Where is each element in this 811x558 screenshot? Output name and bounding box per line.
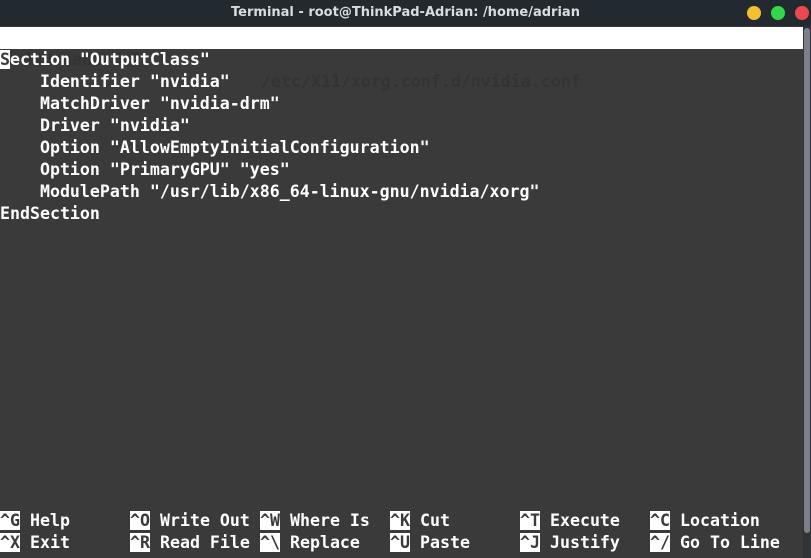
shortcut-item[interactable]: ^/ Go To Line — [650, 532, 780, 554]
line-text: ection "OutputClass" — [10, 50, 210, 69]
shortcut-label: Cut — [419, 511, 450, 530]
shortcut-label: Exit — [29, 533, 70, 552]
shortcut-label: Execute — [549, 511, 620, 530]
shortcut-item[interactable]: ^R Read File — [130, 532, 250, 554]
shortcut-item[interactable]: ^W Where Is — [260, 510, 370, 532]
shortcut-key: ^/ — [650, 533, 670, 552]
editor-line: ModulePath "/usr/lib/x86_64-linux-gnu/nv… — [0, 182, 540, 201]
close-button[interactable] — [795, 6, 809, 20]
shortcut-key: ^\ — [260, 533, 280, 552]
terminal-area[interactable]: GNU nano 6.2 /etc/X11/xorg.conf.d/nvidia… — [0, 26, 803, 558]
file-name: /etc/X11/xorg.conf.d/nvidia.conf — [261, 72, 581, 91]
shortcut-item[interactable]: ^C Location — [650, 510, 760, 532]
shortcut-key: ^G — [0, 511, 20, 530]
editor-line: EndSection — [0, 204, 100, 223]
shortcut-key: ^O — [130, 511, 150, 530]
nano-header: GNU nano 6.2 /etc/X11/xorg.conf.d/nvidia… — [0, 27, 803, 91]
shortcut-label: Location — [679, 511, 760, 530]
shortcut-key: ^R — [130, 533, 150, 552]
shortcut-label: Where Is — [289, 511, 370, 530]
window-title: Terminal - root@ThinkPad-Adrian: /home/a… — [231, 5, 580, 20]
shortcut-item[interactable]: ^K Cut — [390, 510, 450, 532]
shortcut-label: Read File — [159, 533, 250, 552]
editor-line: Identifier "nvidia" — [0, 72, 230, 91]
scrollbar-thumb[interactable] — [804, 28, 810, 533]
shortcut-item[interactable]: ^U Paste — [390, 532, 470, 554]
shortcut-label: Go To Line — [679, 533, 780, 552]
editor-line: Driver "nvidia" — [0, 116, 190, 135]
shortcut-key: ^X — [0, 533, 20, 552]
editor-line: Option "PrimaryGPU" "yes" — [0, 160, 290, 179]
shortcut-label: Help — [29, 511, 70, 530]
shortcut-item[interactable]: ^G Help — [0, 510, 70, 532]
shortcut-label: Paste — [419, 533, 470, 552]
maximize-button[interactable] — [771, 6, 785, 20]
shortcut-item[interactable]: ^O Write Out — [130, 510, 250, 532]
shortcut-key: ^J — [520, 533, 540, 552]
shortcut-key: ^T — [520, 511, 540, 530]
editor-line: Option "AllowEmptyInitialConfiguration" — [0, 138, 430, 157]
shortcut-key: ^U — [390, 533, 410, 552]
shortcut-item[interactable]: ^\ Replace — [260, 532, 360, 554]
shortcut-item[interactable]: ^J Justify — [520, 532, 620, 554]
shortcut-item[interactable]: ^X Exit — [0, 532, 70, 554]
shortcut-item[interactable]: ^T Execute — [520, 510, 620, 532]
window-titlebar: Terminal - root@ThinkPad-Adrian: /home/a… — [0, 0, 811, 26]
shortcut-key: ^W — [260, 511, 280, 530]
minimize-button[interactable] — [747, 6, 761, 20]
scrollbar[interactable] — [803, 26, 811, 558]
editor-line: MatchDriver "nvidia-drm" — [0, 94, 280, 113]
shortcut-key: ^C — [650, 511, 670, 530]
shortcut-label: Justify — [549, 533, 620, 552]
editor-line: Section "OutputClass" — [0, 49, 210, 71]
shortcut-label: Write Out — [159, 511, 250, 530]
shortcut-key: ^K — [390, 511, 410, 530]
cursor: S — [0, 50, 10, 69]
shortcut-label: Replace — [289, 533, 360, 552]
